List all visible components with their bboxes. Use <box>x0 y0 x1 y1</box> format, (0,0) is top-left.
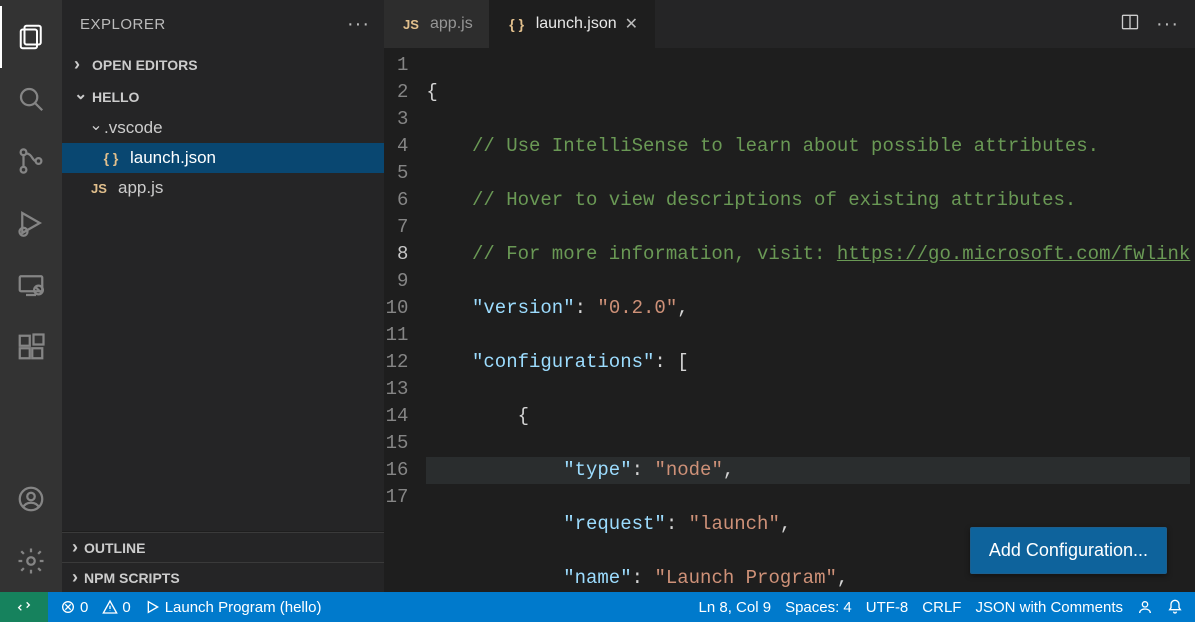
split-editor-icon[interactable] <box>1120 12 1140 37</box>
outline-label: OUTLINE <box>84 540 145 556</box>
editor-area: JS app.js { } launch.json ✕ ··· <box>384 0 1195 592</box>
folder-label: .vscode <box>104 118 163 138</box>
tabs-row: JS app.js { } launch.json ✕ ··· <box>384 0 1195 48</box>
sidebar-title: EXPLORER <box>80 16 166 33</box>
folder-vscode[interactable]: .vscode <box>62 113 384 143</box>
remote-indicator[interactable] <box>0 592 48 622</box>
js-file-icon: JS <box>400 17 422 32</box>
add-configuration-button[interactable]: Add Configuration... <box>970 527 1167 574</box>
tab-label: launch.json <box>536 15 617 33</box>
close-icon[interactable]: ✕ <box>625 14 638 34</box>
search-icon[interactable] <box>0 68 62 130</box>
source-control-icon[interactable] <box>0 130 62 192</box>
chevron-right-icon <box>66 567 84 588</box>
tab-label: app.js <box>430 15 473 33</box>
npm-scripts-header[interactable]: NPM SCRIPTS <box>62 562 384 592</box>
chevron-down-icon <box>74 87 92 107</box>
feedback-icon[interactable] <box>1137 599 1153 615</box>
activity-bar <box>0 0 62 592</box>
status-launch-config[interactable]: Launch Program (hello) <box>145 599 322 616</box>
npm-label: NPM SCRIPTS <box>84 570 180 586</box>
file-label: launch.json <box>130 148 216 168</box>
tab-launch-json[interactable]: { } launch.json ✕ <box>490 0 655 48</box>
editor-more-icon[interactable]: ··· <box>1156 13 1179 36</box>
code-content[interactable]: { // Use IntelliSense to learn about pos… <box>426 48 1190 592</box>
js-file-icon: JS <box>88 181 110 196</box>
file-tree: .vscode { } launch.json JS app.js <box>62 113 384 531</box>
status-encoding[interactable]: UTF-8 <box>866 599 909 616</box>
file-label: app.js <box>118 178 163 198</box>
file-launch-json[interactable]: { } launch.json <box>62 143 384 173</box>
chevron-right-icon <box>74 54 92 75</box>
status-line-col[interactable]: Ln 8, Col 9 <box>699 599 772 616</box>
status-spaces[interactable]: Spaces: 4 <box>785 599 852 616</box>
project-header[interactable]: HELLO <box>62 81 384 113</box>
sidebar: EXPLORER ··· OPEN EDITORS HELLO .vscode … <box>62 0 384 592</box>
status-errors[interactable]: 0 <box>60 599 88 616</box>
outline-header[interactable]: OUTLINE <box>62 532 384 562</box>
project-label: HELLO <box>92 89 139 105</box>
extensions-icon[interactable] <box>0 316 62 378</box>
line-gutter: 1 2 3 4 5 6 7 8 9 10 11 12 13 14 15 16 1 <box>384 48 426 592</box>
open-editors-label: OPEN EDITORS <box>92 57 198 73</box>
status-warnings[interactable]: 0 <box>102 599 130 616</box>
run-debug-icon[interactable] <box>0 192 62 254</box>
settings-gear-icon[interactable] <box>0 530 62 592</box>
chevron-right-icon <box>66 537 84 558</box>
status-eol[interactable]: CRLF <box>922 599 961 616</box>
chevron-down-icon <box>88 118 104 138</box>
json-file-icon: { } <box>100 150 122 166</box>
notifications-icon[interactable] <box>1167 599 1183 615</box>
accounts-icon[interactable] <box>0 468 62 530</box>
status-language[interactable]: JSON with Comments <box>975 599 1123 616</box>
editor-body[interactable]: 1 2 3 4 5 6 7 8 9 10 11 12 13 14 15 16 1 <box>384 48 1195 592</box>
explorer-icon[interactable] <box>0 6 62 68</box>
file-app-js[interactable]: JS app.js <box>62 173 384 203</box>
open-editors-header[interactable]: OPEN EDITORS <box>62 48 384 81</box>
json-file-icon: { } <box>506 16 528 32</box>
minimap[interactable] <box>1190 48 1195 592</box>
sidebar-more-icon[interactable]: ··· <box>347 13 370 36</box>
tab-app-js[interactable]: JS app.js <box>384 0 490 48</box>
remote-explorer-icon[interactable] <box>0 254 62 316</box>
status-bar: 0 0 Launch Program (hello) Ln 8, Col 9 S… <box>0 592 1195 622</box>
